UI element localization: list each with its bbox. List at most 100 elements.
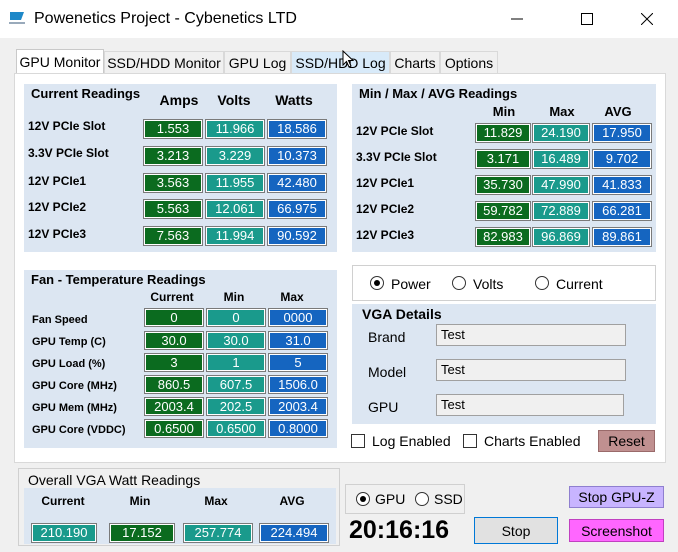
model-field[interactable]: Test	[436, 359, 626, 381]
brand-field[interactable]: Test	[436, 324, 626, 346]
min-value: 1	[206, 353, 266, 372]
vga-details-panel: VGA Details Brand Test Model Test GPU Te…	[352, 304, 656, 424]
row-label: 12V PCIe2	[356, 202, 415, 216]
max-value: 31.0	[268, 331, 328, 350]
minimize-icon	[511, 18, 523, 20]
ssd-radio[interactable]	[415, 492, 429, 506]
brand-label: Brand	[368, 329, 406, 345]
watts-header: Watts	[275, 92, 313, 108]
volts-header: Volts	[217, 92, 251, 108]
window-title: Powenetics Project - Cybenetics LTD	[34, 10, 297, 27]
volts-value: 3.229	[205, 146, 265, 166]
avg-value: 89.861	[592, 227, 652, 247]
current-value: 0	[144, 308, 204, 327]
min-value: 11.829	[475, 123, 531, 143]
overall-max-header: Max	[204, 494, 228, 508]
volts-radio[interactable]	[452, 276, 466, 290]
tab-gpu-log[interactable]: GPU Log	[224, 51, 291, 73]
power-radio[interactable]	[370, 276, 384, 290]
current-label: Current	[556, 276, 603, 292]
max-value: 0.8000	[268, 419, 328, 438]
overall-min-value: 17.152	[109, 523, 175, 543]
gpu-field[interactable]: Test	[436, 394, 624, 416]
current-radio[interactable]	[535, 276, 549, 290]
row-label: GPU Load (%)	[32, 358, 106, 370]
amps-value: 1.553	[143, 119, 203, 139]
overall-max-value: 257.774	[183, 523, 253, 543]
model-label: Model	[368, 364, 407, 380]
log-enabled-label: Log Enabled	[372, 433, 451, 449]
tab-charts[interactable]: Charts	[390, 51, 440, 73]
row-label: 3.3V PCIe Slot	[28, 146, 109, 160]
overall-watt-panel: Current Min Max AVG 210.190 17.152 257.7…	[24, 488, 336, 544]
overall-min-header: Min	[129, 494, 151, 508]
min-value: 607.5	[206, 375, 266, 394]
mode-group: Power Volts Current	[352, 265, 656, 301]
fan-temperature-title: Fan - Temperature Readings	[31, 272, 206, 287]
max-value: 0000	[268, 308, 328, 327]
row-label: GPU Mem (MHz)	[32, 402, 117, 414]
overall-avg-value: 224.494	[259, 523, 329, 543]
amps-value: 3.563	[143, 173, 203, 193]
max-value: 96.869	[532, 227, 590, 247]
gpu-label: GPU	[368, 399, 399, 415]
volts-value: 11.955	[205, 173, 265, 193]
row-label: GPU Core (VDDC)	[32, 424, 126, 436]
min-value: 0	[206, 308, 266, 327]
reset-button[interactable]: Reset	[598, 430, 655, 452]
max-header: Max	[549, 104, 575, 119]
row-label: Fan Speed	[32, 314, 88, 326]
current-readings-title: Current Readings	[31, 86, 141, 101]
row-label: 12V PCIe3	[356, 228, 415, 242]
title-bar: Powenetics Project - Cybenetics LTD	[0, 0, 678, 38]
row-label: 12V PCIe3	[28, 227, 87, 241]
watts-value: 42.480	[267, 173, 327, 193]
max-value: 24.190	[532, 123, 590, 143]
tab-ssd-hdd-monitor[interactable]: SSD/HDD Monitor	[104, 51, 224, 73]
device-group: GPU SSD	[345, 484, 465, 514]
close-button[interactable]	[624, 0, 670, 38]
power-label: Power	[391, 276, 431, 292]
min-value: 82.983	[475, 227, 531, 247]
avg-header: AVG	[604, 104, 632, 119]
row-label: 3.3V PCIe Slot	[356, 150, 437, 164]
avg-value: 17.950	[592, 123, 652, 143]
current-header: Current	[150, 290, 194, 304]
tab-gpu-monitor[interactable]: GPU Monitor	[16, 49, 104, 74]
clock-display: 20:16:16	[349, 516, 450, 544]
stop-gpuz-button[interactable]: Stop GPU-Z	[569, 486, 664, 508]
minimize-button[interactable]	[494, 0, 540, 38]
overall-watt-title: Overall VGA Watt Readings	[28, 472, 201, 488]
avg-value: 66.281	[592, 201, 652, 221]
tab-ssd-hdd-log[interactable]: SSD/HDD Log	[291, 51, 390, 73]
gpu-radio-label: GPU	[375, 491, 406, 507]
avg-value: 9.702	[592, 149, 652, 169]
min-max-avg-panel: Min / Max / AVG Readings Min Max AVG 12V…	[352, 84, 656, 252]
min-max-avg-title: Min / Max / AVG Readings	[359, 86, 518, 101]
avg-value: 41.833	[592, 175, 652, 195]
current-readings-panel: Current Readings Amps Volts Watts 12V PC…	[24, 84, 337, 252]
max-value: 2003.4	[268, 397, 328, 416]
row-label: 12V PCIe Slot	[356, 124, 434, 138]
app-logo-icon	[9, 12, 25, 24]
log-enabled-checkbox[interactable]	[351, 434, 365, 448]
current-value: 2003.4	[144, 397, 204, 416]
screenshot-button[interactable]: Screenshot	[569, 519, 664, 542]
min-value: 30.0	[206, 331, 266, 350]
min-value: 59.782	[475, 201, 531, 221]
min-header: Min	[492, 104, 516, 119]
maximize-button[interactable]	[564, 0, 610, 38]
maximize-icon	[581, 13, 593, 25]
ssd-radio-label: SSD	[434, 491, 463, 507]
stop-button[interactable]: Stop	[474, 517, 558, 544]
min-value: 0.6500	[206, 419, 266, 438]
max-value: 16.489	[532, 149, 590, 169]
min-value: 3.171	[475, 149, 531, 169]
volts-value: 11.994	[205, 226, 265, 246]
volts-label: Volts	[473, 276, 504, 292]
tab-options[interactable]: Options	[440, 51, 498, 73]
amps-value: 3.213	[143, 146, 203, 166]
max-value: 72.889	[532, 201, 590, 221]
gpu-radio[interactable]	[356, 492, 370, 506]
charts-enabled-checkbox[interactable]	[463, 434, 477, 448]
